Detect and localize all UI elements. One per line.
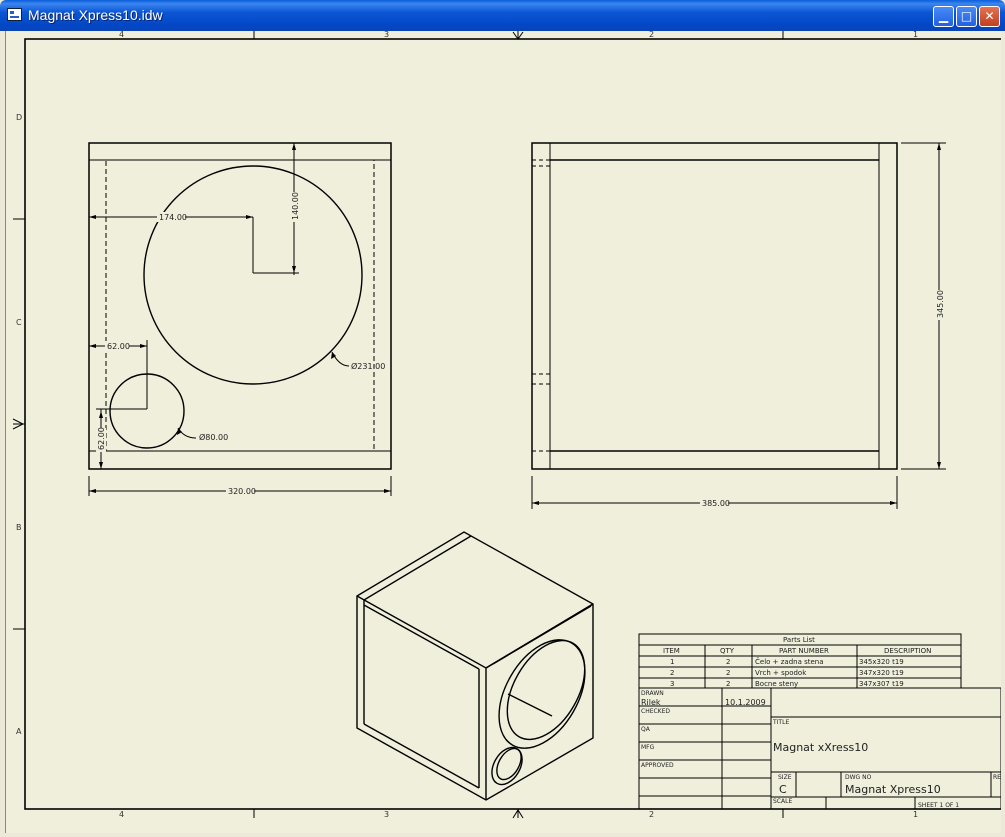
parts-row-3-part: Bocne steny <box>755 680 798 688</box>
title-bar[interactable]: Magnat Xpress10.idw ▁ □ ✕ <box>0 0 1005 31</box>
drawing-canvas[interactable]: 4 3 2 1 4 3 2 1 D C B A 320.00 174.00 14… <box>6 30 1005 833</box>
parts-row-3-qty: 2 <box>726 680 730 688</box>
dim-big-hole-x[interactable]: 174.00 <box>159 213 187 222</box>
tb-size-label: SIZE <box>778 774 792 781</box>
drawing-sheet[interactable]: 4 3 2 1 4 3 2 1 D C B A 320.00 174.00 14… <box>5 30 1005 833</box>
sheet-border <box>24 38 1005 810</box>
zone-row-d: D <box>16 113 22 122</box>
zone-col-1-bottom: 1 <box>913 810 918 819</box>
tb-drawn-by[interactable]: Rilek <box>641 698 661 707</box>
parts-header-part-number: PART NUMBER <box>779 647 829 655</box>
parts-row-1-part: Čelo + zadna stena <box>755 657 824 666</box>
app-document-icon[interactable] <box>7 8 22 21</box>
side-view[interactable] <box>531 142 946 509</box>
tb-sheet-label: SHEET 1 OF 1 <box>918 802 959 809</box>
zone-col-3-bottom: 3 <box>384 810 389 819</box>
tb-drawn-date[interactable]: 10.1.2009 <box>725 698 766 707</box>
dim-side-width[interactable]: 385.00 <box>702 499 730 508</box>
parts-row-2-desc: 347x320 t19 <box>859 669 904 677</box>
tb-size-value[interactable]: C <box>779 783 787 796</box>
tb-rev-label: RE <box>993 774 1001 781</box>
tb-title-label: TITLE <box>772 719 789 726</box>
tb-dwg-no-value[interactable]: Magnat Xpress10 <box>845 783 941 796</box>
zone-col-3: 3 <box>384 31 389 39</box>
zone-col-1: 1 <box>913 31 918 39</box>
maximize-button[interactable]: □ <box>956 6 977 27</box>
minimize-button[interactable]: ▁ <box>933 6 954 27</box>
zone-col-4: 4 <box>119 31 124 39</box>
zone-col-2: 2 <box>649 31 654 39</box>
zone-col-2-bottom: 2 <box>649 810 654 819</box>
parts-header-item: ITEM <box>663 647 680 655</box>
tb-title-value[interactable]: Magnat xXress10 <box>773 741 868 754</box>
parts-row-1-qty: 2 <box>726 658 730 666</box>
parts-row-3-item: 3 <box>670 680 674 688</box>
dim-front-width[interactable]: 320.00 <box>228 487 256 496</box>
tb-qa-label: QA <box>641 726 651 733</box>
dim-big-hole-diameter[interactable]: Ø231.00 <box>351 361 385 371</box>
application-window: Magnat Xpress10.idw ▁ □ ✕ 4 3 2 1 4 3 2 … <box>0 0 1005 835</box>
front-view[interactable] <box>88 142 392 496</box>
parts-row-2-part: Vrch + spodok <box>755 669 807 677</box>
dim-small-hole-diameter[interactable]: Ø80.00 <box>199 432 228 442</box>
tb-dwg-no-label: DWG NO <box>845 774 872 781</box>
window-title: Magnat Xpress10.idw <box>28 7 163 23</box>
zone-row-a: A <box>16 727 22 736</box>
parts-row-1-desc: 345x320 t19 <box>859 658 904 666</box>
parts-row-1-item: 1 <box>670 658 674 666</box>
parts-row-3-desc: 347x307 t19 <box>859 680 904 688</box>
close-button[interactable]: ✕ <box>979 6 1000 27</box>
tb-mfg-label: MFG <box>641 744 655 751</box>
zone-col-4-bottom: 4 <box>119 810 124 819</box>
parts-list-title: Parts List <box>783 636 815 644</box>
parts-row-2-item: 2 <box>670 669 674 677</box>
isometric-view[interactable] <box>356 531 603 801</box>
zone-row-b: B <box>16 523 22 532</box>
dim-small-hole-y[interactable]: 62.00 <box>97 427 106 450</box>
zone-row-c: C <box>16 318 22 327</box>
parts-header-description: DESCRIPTION <box>884 647 931 655</box>
tb-drawn-label: DRAWN <box>641 690 664 697</box>
tb-approved-label: APPROVED <box>641 762 674 769</box>
parts-header-qty: QTY <box>720 647 735 655</box>
dim-small-hole-x[interactable]: 62.00 <box>107 342 130 351</box>
parts-row-2-qty: 2 <box>726 669 730 677</box>
dim-side-height[interactable]: 345.00 <box>936 290 945 318</box>
tb-scale-label: SCALE <box>773 798 792 805</box>
dim-big-hole-y[interactable]: 140.00 <box>291 192 300 220</box>
tb-checked-label: CHECKED <box>641 708 670 715</box>
